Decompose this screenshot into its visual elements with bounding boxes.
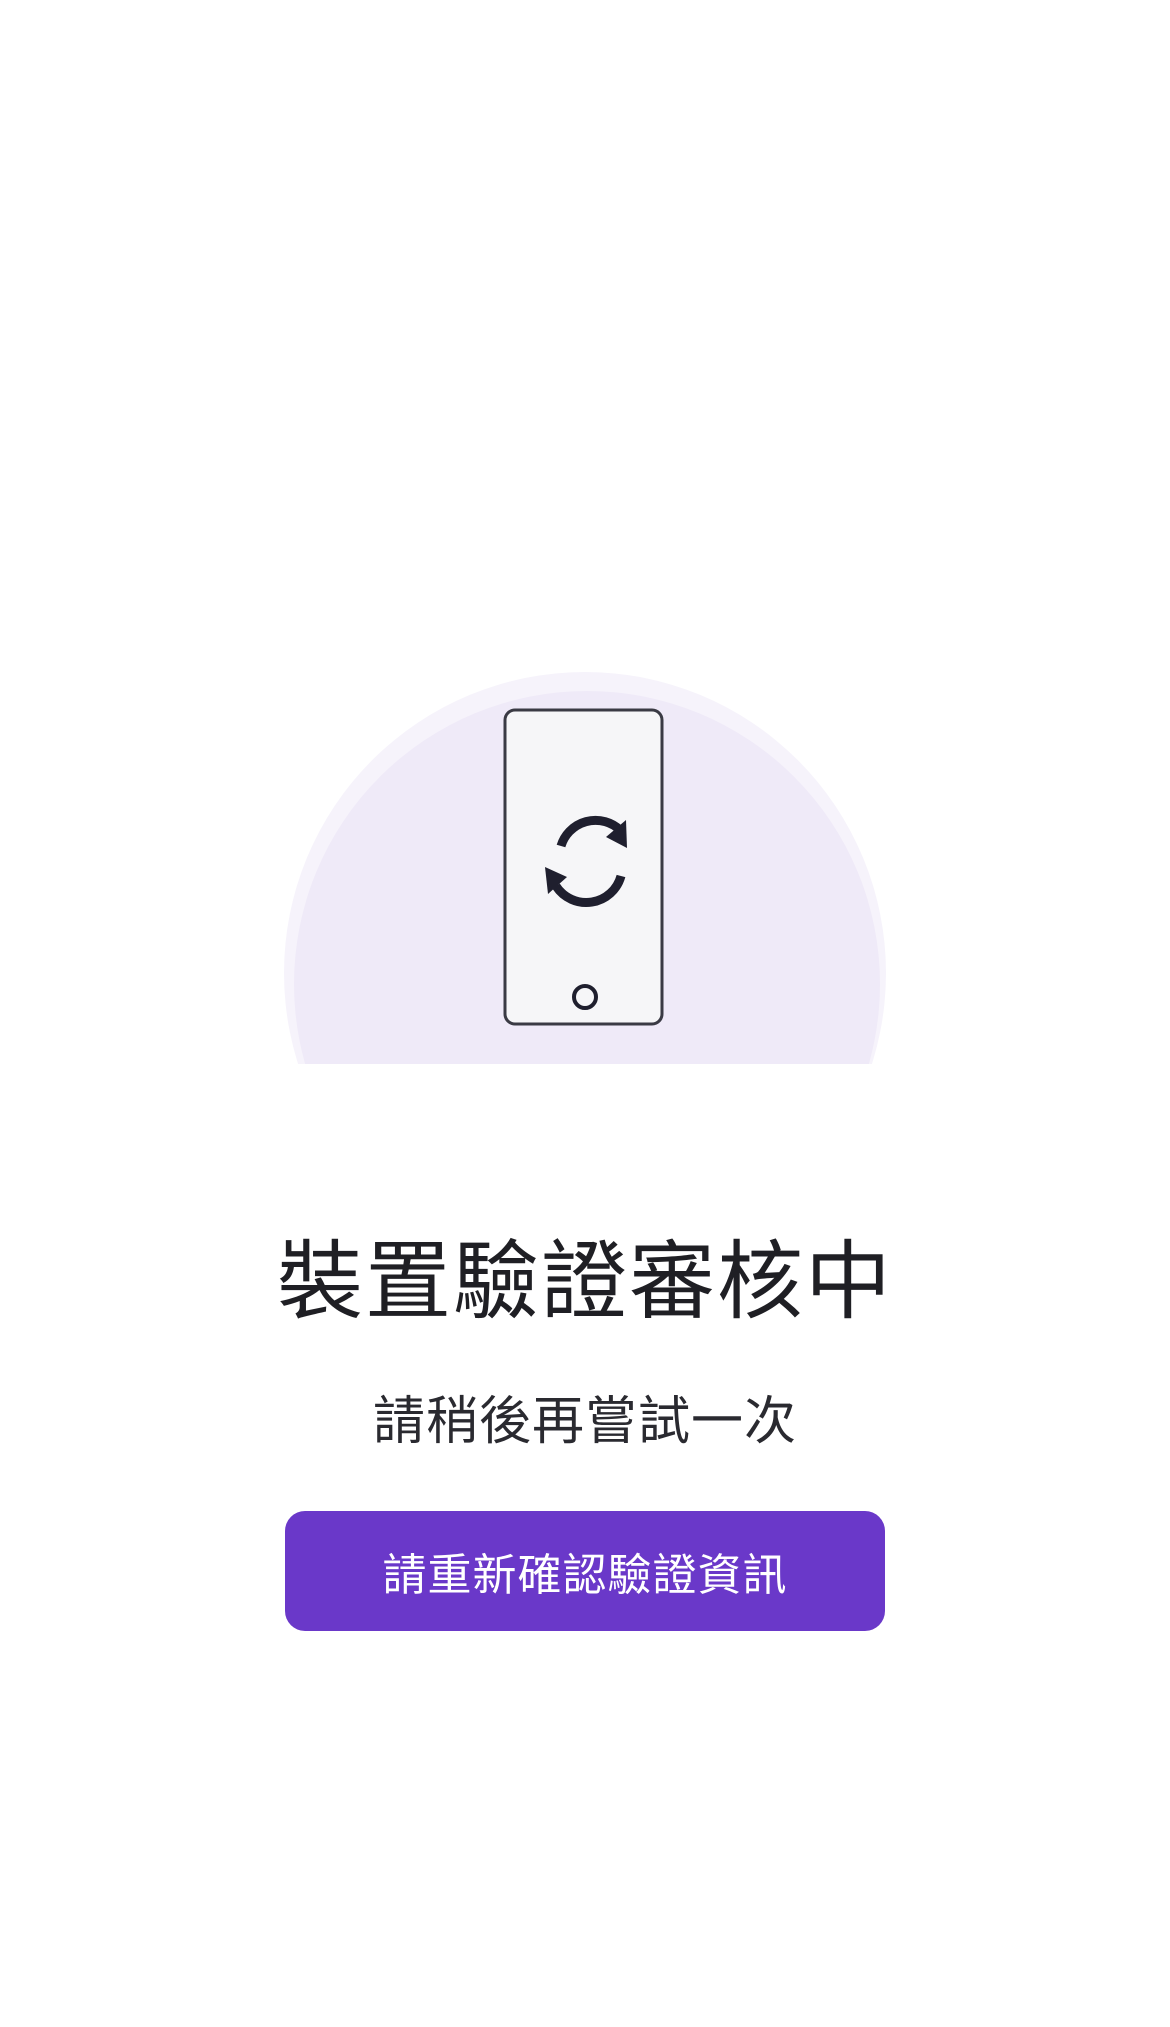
reconfirm-verification-button[interactable]: 請重新確認驗證資訊 <box>285 1511 885 1631</box>
status-subtitle: 請稍後再嘗試一次 <box>372 1392 797 1452</box>
phone-icon <box>503 708 664 1026</box>
page-title: 裝置驗證審核中 <box>277 1232 893 1332</box>
verification-illustration <box>284 672 886 1064</box>
verification-illustration-graphic <box>284 672 886 1064</box>
